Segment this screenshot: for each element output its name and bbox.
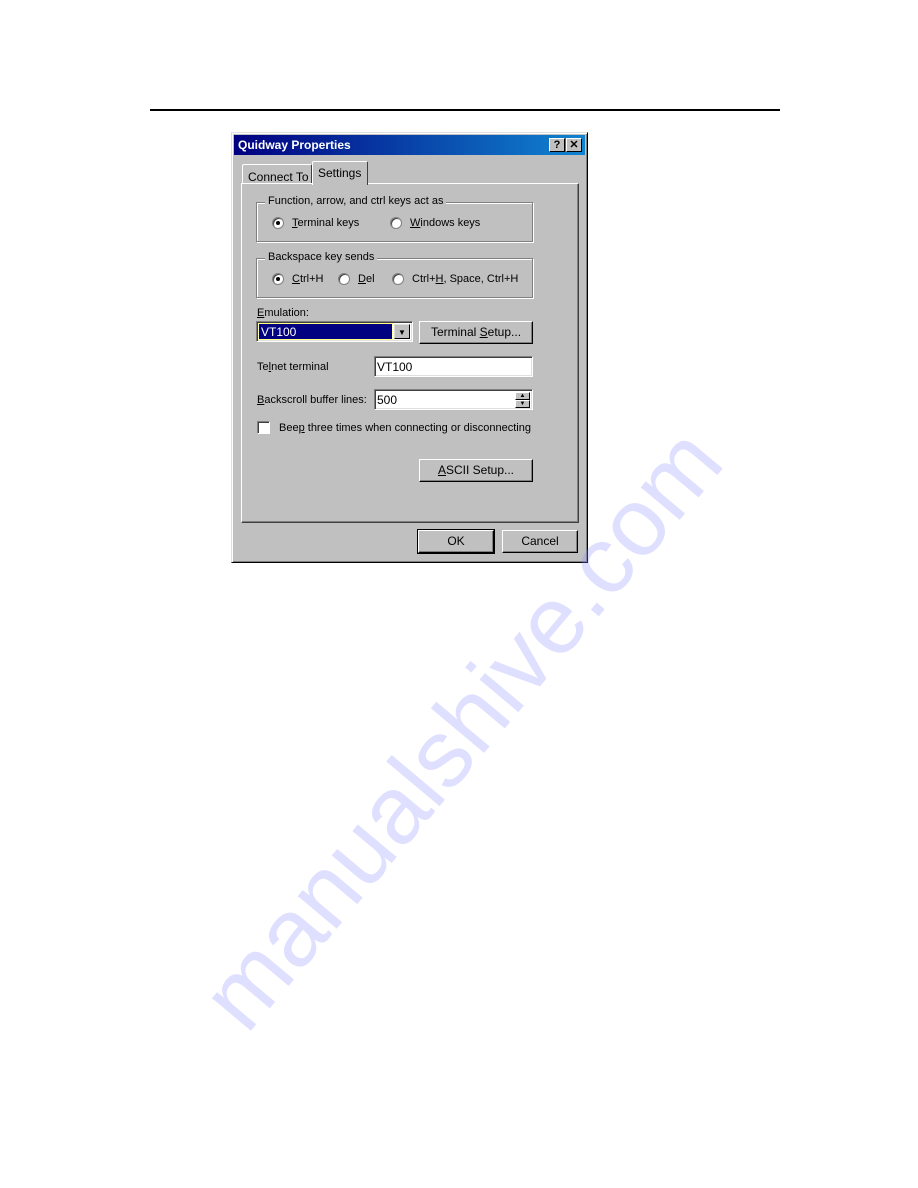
tab-connect-to[interactable]: Connect To bbox=[242, 164, 312, 184]
radio-label: Del bbox=[358, 273, 375, 285]
radio-selected-icon bbox=[272, 273, 284, 285]
settings-panel: Function, arrow, and ctrl keys act as Te… bbox=[241, 183, 579, 523]
dialog-title: Quidway Properties bbox=[238, 138, 351, 152]
page-header-rule bbox=[150, 109, 780, 111]
tab-label: Connect To bbox=[248, 170, 309, 184]
beep-label: Beep three times when connecting or disc… bbox=[279, 422, 531, 434]
radio-label: Ctrl+H bbox=[292, 273, 324, 285]
emulation-value: VT100 bbox=[258, 323, 393, 340]
radio-selected-icon bbox=[272, 217, 284, 229]
spinner-buttons: ▲ ▼ bbox=[515, 392, 530, 408]
backspace-group: Backspace key sends Ctrl+H Del Ctrl+H, S… bbox=[256, 251, 533, 298]
close-icon: ✕ bbox=[569, 139, 579, 151]
radio-windows-keys[interactable]: Windows keys bbox=[390, 217, 480, 229]
help-icon: ? bbox=[553, 139, 561, 151]
radio-unselected-icon bbox=[390, 217, 402, 229]
spin-down-button[interactable]: ▼ bbox=[515, 400, 530, 408]
close-button[interactable]: ✕ bbox=[566, 138, 582, 152]
radio-unselected-icon bbox=[392, 273, 404, 285]
help-button[interactable]: ? bbox=[549, 138, 565, 152]
backscroll-label: Backscroll buffer lines: bbox=[257, 394, 367, 406]
emulation-combobox[interactable]: VT100 ▼ bbox=[256, 321, 413, 342]
beep-checkbox[interactable] bbox=[257, 421, 270, 434]
emulation-label: Emulation: bbox=[257, 307, 309, 319]
cancel-button[interactable]: Cancel bbox=[502, 530, 578, 553]
spin-up-button[interactable]: ▲ bbox=[515, 392, 530, 400]
radio-unselected-icon bbox=[338, 273, 350, 285]
arrow-up-icon: ▲ bbox=[519, 393, 526, 399]
arrow-down-icon: ▼ bbox=[519, 401, 526, 407]
radio-label: Terminal keys bbox=[292, 217, 360, 229]
chevron-down-icon: ▼ bbox=[398, 328, 406, 337]
radio-terminal-keys[interactable]: Terminal keys bbox=[272, 217, 359, 229]
backscroll-value: 500 bbox=[377, 393, 398, 407]
keys-group-label: Function, arrow, and ctrl keys act as bbox=[265, 195, 447, 207]
radio-ctrl-h[interactable]: Ctrl+H bbox=[272, 273, 323, 285]
tab-settings[interactable]: Settings bbox=[312, 161, 368, 185]
backscroll-spinner[interactable]: 500 ▲ ▼ bbox=[374, 389, 533, 410]
dropdown-button[interactable]: ▼ bbox=[394, 324, 410, 339]
radio-del[interactable]: Del bbox=[338, 273, 375, 285]
telnet-terminal-label: Telnet terminal bbox=[257, 361, 329, 373]
keys-group: Function, arrow, and ctrl keys act as Te… bbox=[256, 195, 533, 242]
tab-label: Settings bbox=[318, 166, 362, 180]
radio-label: Windows keys bbox=[410, 217, 481, 229]
ok-button[interactable]: OK bbox=[417, 529, 495, 554]
radio-ctrl-h-space-ctrl-h[interactable]: Ctrl+H, Space, Ctrl+H bbox=[392, 273, 518, 285]
quidway-properties-dialog: Quidway Properties ? ✕ Connect To Settin… bbox=[231, 132, 588, 563]
title-bar[interactable]: Quidway Properties ? ✕ bbox=[234, 135, 585, 155]
telnet-terminal-input[interactable]: VT100 bbox=[374, 356, 533, 377]
radio-label: Ctrl+H, Space, Ctrl+H bbox=[412, 273, 519, 285]
ascii-setup-button[interactable]: ASCII Setup... bbox=[419, 459, 533, 482]
backspace-group-label: Backspace key sends bbox=[265, 251, 378, 263]
terminal-setup-button[interactable]: Terminal Setup... bbox=[419, 321, 533, 344]
